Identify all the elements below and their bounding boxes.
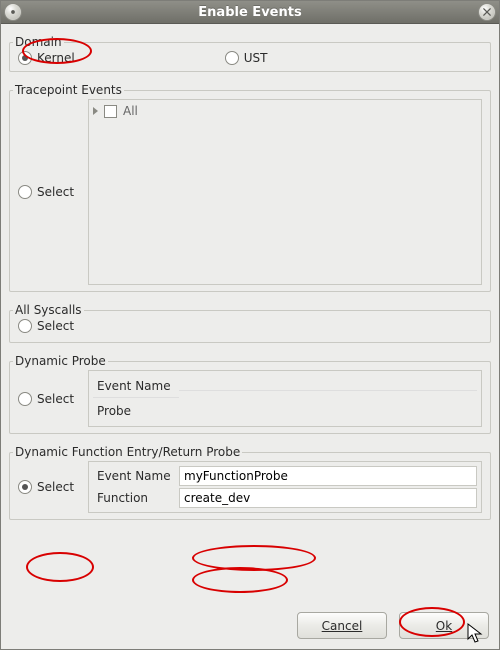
group-syscalls-legend: All Syscalls [13, 303, 84, 317]
group-dynamic-function: Dynamic Function Entry/Return Probe Sele… [9, 438, 491, 520]
radio-syscalls-select[interactable]: Select [18, 319, 74, 333]
group-dynamic-probe-legend: Dynamic Probe [13, 354, 108, 368]
group-syscalls: All Syscalls Select [9, 296, 491, 343]
radio-domain-ust[interactable]: UST [225, 51, 268, 65]
radio-domain-kernel[interactable]: Kernel [18, 51, 75, 65]
radio-dynfunc-select-label: Select [37, 480, 74, 494]
dynfunc-eventname-label: Event Name [93, 467, 179, 485]
dynfunc-eventname-input[interactable] [179, 466, 477, 486]
titlebar[interactable]: Enable Events [1, 1, 499, 24]
dialog-button-row: Cancel Ok [1, 604, 499, 649]
dialog-window: Enable Events Domain Kernel UST [0, 0, 500, 650]
group-tracepoint: Tracepoint Events Select All [9, 76, 491, 292]
ok-button[interactable]: Ok [399, 612, 489, 639]
radio-tracepoint-select[interactable]: Select [18, 185, 74, 199]
dynprobe-eventname-value [179, 382, 477, 391]
radio-tracepoint-select-label: Select [37, 185, 74, 199]
radio-dynfunc-select[interactable]: Select [18, 480, 74, 494]
group-domain-legend: Domain [13, 35, 64, 49]
tracepoint-tree[interactable]: All [88, 99, 482, 285]
group-dynamic-probe: Dynamic Probe Select Event Name Probe [9, 347, 491, 434]
radio-dynprobe-select-label: Select [37, 392, 74, 406]
dialog-content: Domain Kernel UST Tracepoint Events [1, 24, 499, 604]
tree-node-all[interactable]: All [93, 104, 477, 118]
tree-node-all-label: All [123, 104, 138, 118]
group-dynamic-function-legend: Dynamic Function Entry/Return Probe [13, 445, 242, 459]
dynfunc-function-input[interactable] [179, 488, 477, 508]
group-domain: Domain Kernel UST [9, 28, 491, 72]
group-tracepoint-legend: Tracepoint Events [13, 83, 124, 97]
radio-dynprobe-select[interactable]: Select [18, 392, 74, 406]
window-menu-icon[interactable] [4, 3, 22, 21]
radio-domain-ust-label: UST [244, 51, 268, 65]
tree-expander-icon[interactable] [93, 107, 98, 115]
tree-checkbox-all[interactable] [104, 105, 117, 118]
dynprobe-probe-value [179, 407, 477, 415]
radio-syscalls-select-label: Select [37, 319, 74, 333]
cancel-button[interactable]: Cancel [297, 612, 387, 639]
radio-domain-kernel-label: Kernel [37, 51, 75, 65]
dynfunc-function-label: Function [93, 489, 179, 507]
dynprobe-eventname-label: Event Name [93, 375, 179, 398]
dynprobe-probe-label: Probe [93, 400, 179, 422]
close-icon[interactable] [478, 3, 496, 21]
window-title: Enable Events [22, 5, 478, 20]
